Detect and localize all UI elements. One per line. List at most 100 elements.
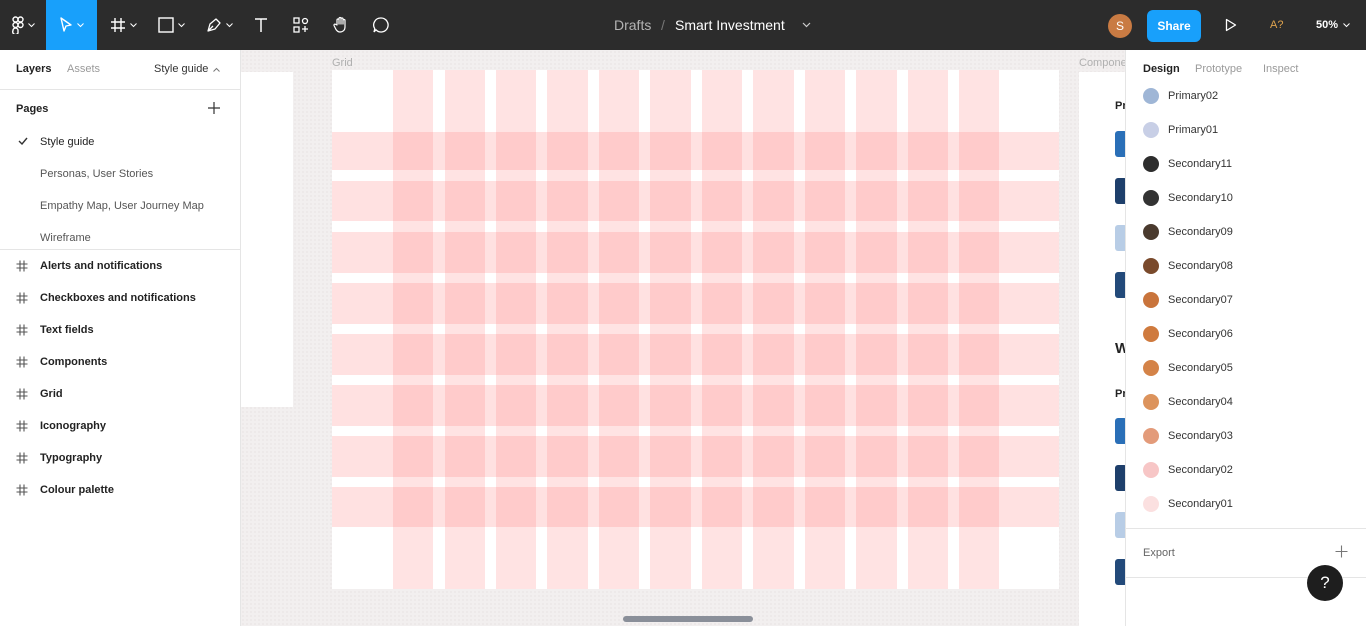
button-sample (1115, 272, 1125, 298)
frame-icon (16, 356, 40, 368)
right-panel: Design Prototype Inspect Primary02 Primar… (1125, 50, 1366, 626)
page-item-personas[interactable]: Personas, User Stories (40, 168, 153, 180)
export-label: Export (1143, 547, 1175, 559)
rectangle-icon (157, 17, 174, 33)
color-style-label: Secondary02 (1168, 464, 1233, 476)
top-toolbar: Drafts / Smart Investment S Share A? 50% (0, 0, 1366, 50)
layer-label: Text fields (40, 324, 94, 336)
color-style-label: Secondary05 (1168, 362, 1233, 374)
zoom-level-dropdown[interactable]: 50% (1316, 0, 1350, 50)
checkmark-icon (18, 136, 28, 148)
horizontal-scrollbar[interactable] (623, 616, 753, 622)
text-icon (253, 17, 269, 33)
frame-icon (16, 420, 40, 432)
chevron-down-icon (1343, 19, 1350, 31)
page-item-wireframe[interactable]: Wireframe (40, 232, 91, 244)
current-page-toggle[interactable]: Style guide (154, 63, 221, 75)
move-tool-button[interactable] (46, 0, 97, 50)
color-style-item[interactable]: Secondary02 (1143, 461, 1233, 479)
button-sample (1115, 131, 1125, 157)
layer-item[interactable]: Grid (16, 386, 63, 402)
color-style-item[interactable]: Primary01 (1143, 121, 1218, 139)
color-style-label: Secondary06 (1168, 328, 1233, 340)
frame-icon (16, 388, 40, 400)
layer-label: Colour palette (40, 484, 114, 496)
shape-tool-button[interactable] (148, 0, 194, 50)
file-title[interactable]: Smart Investment (675, 0, 785, 50)
frame-label-grid[interactable]: Grid (332, 57, 353, 69)
design-canvas[interactable]: Grid Compone Pr W Pr (241, 50, 1125, 626)
user-avatar[interactable]: S (1108, 14, 1132, 38)
components-frame[interactable]: Pr W Pr (1079, 72, 1125, 626)
color-style-item[interactable]: Secondary03 (1143, 427, 1233, 445)
share-button[interactable]: Share (1147, 10, 1201, 42)
color-swatch (1143, 88, 1159, 104)
color-style-item[interactable]: Secondary10 (1143, 189, 1233, 207)
pages-divider (0, 249, 240, 250)
layer-item[interactable]: Typography (16, 450, 102, 466)
layer-item[interactable]: Iconography (16, 418, 106, 434)
tab-inspect[interactable]: Inspect (1263, 63, 1298, 75)
color-swatch (1143, 360, 1159, 376)
layer-label: Grid (40, 388, 63, 400)
grid-frame[interactable] (332, 70, 1059, 589)
comment-icon (372, 16, 390, 34)
move-icon (59, 17, 73, 33)
color-swatch (1143, 190, 1159, 206)
frame-tool-button[interactable] (100, 0, 146, 50)
canvas-frame[interactable] (241, 72, 293, 407)
text-tool-button[interactable] (246, 0, 276, 50)
color-style-item[interactable]: Secondary07 (1143, 291, 1233, 309)
present-button[interactable] (1218, 0, 1244, 50)
tab-prototype[interactable]: Prototype (1195, 63, 1242, 75)
color-style-label: Secondary08 (1168, 260, 1233, 272)
comment-tool-button[interactable] (366, 0, 396, 50)
add-export-icon[interactable] (1335, 545, 1348, 561)
play-icon (1225, 18, 1237, 32)
figma-menu-button[interactable] (0, 0, 46, 50)
layer-item[interactable]: Text fields (16, 322, 94, 338)
layer-item[interactable]: Alerts and notifications (16, 258, 162, 274)
frame-icon (110, 17, 126, 33)
grid-row (332, 232, 1059, 273)
color-style-item[interactable]: Secondary11 (1143, 155, 1232, 173)
color-style-label: Secondary07 (1168, 294, 1233, 306)
tab-layers[interactable]: Layers (16, 63, 51, 75)
color-style-item[interactable]: Secondary04 (1143, 393, 1233, 411)
layer-label: Checkboxes and notifications (40, 292, 196, 304)
help-button[interactable]: ? (1307, 565, 1343, 601)
color-swatch (1143, 224, 1159, 240)
tab-assets[interactable]: Assets (67, 63, 100, 75)
color-style-item[interactable]: Secondary08 (1143, 257, 1233, 275)
page-item-style-guide[interactable]: Style guide (40, 136, 94, 148)
pen-tool-button[interactable] (196, 0, 242, 50)
chevron-down-icon (27, 22, 35, 28)
color-style-item[interactable]: Secondary01 (1143, 495, 1233, 513)
page-item-empathy-map[interactable]: Empathy Map, User Journey Map (40, 200, 204, 212)
color-style-item[interactable]: Secondary05 (1143, 359, 1233, 377)
hand-tool-button[interactable] (326, 0, 356, 50)
file-menu-chevron-icon[interactable] (802, 0, 811, 50)
frame-icon (16, 484, 40, 496)
accessibility-check-button[interactable]: A? (1270, 0, 1283, 50)
layer-label: Components (40, 356, 108, 368)
resources-tool-button[interactable] (286, 0, 316, 50)
layer-item[interactable]: Checkboxes and notifications (16, 290, 196, 306)
color-style-item[interactable]: Secondary09 (1143, 223, 1233, 241)
tab-design[interactable]: Design (1143, 63, 1180, 75)
layer-item[interactable]: Colour palette (16, 482, 114, 498)
color-style-label: Secondary01 (1168, 498, 1233, 510)
color-style-item[interactable]: Secondary06 (1143, 325, 1233, 343)
left-panel-tabs: Layers Assets Style guide (0, 50, 240, 90)
grid-row (332, 283, 1059, 324)
breadcrumb-separator: / (661, 17, 665, 33)
color-style-item[interactable]: Primary02 (1143, 87, 1218, 105)
export-divider (1126, 528, 1366, 529)
layer-item[interactable]: Components (16, 354, 107, 370)
add-page-icon[interactable] (207, 101, 221, 118)
frame-label-components[interactable]: Compone (1079, 57, 1125, 69)
breadcrumb-drafts[interactable]: Drafts (614, 0, 651, 50)
frame-icon (16, 452, 40, 464)
grid-row (332, 132, 1059, 170)
color-style-label: Secondary09 (1168, 226, 1233, 238)
